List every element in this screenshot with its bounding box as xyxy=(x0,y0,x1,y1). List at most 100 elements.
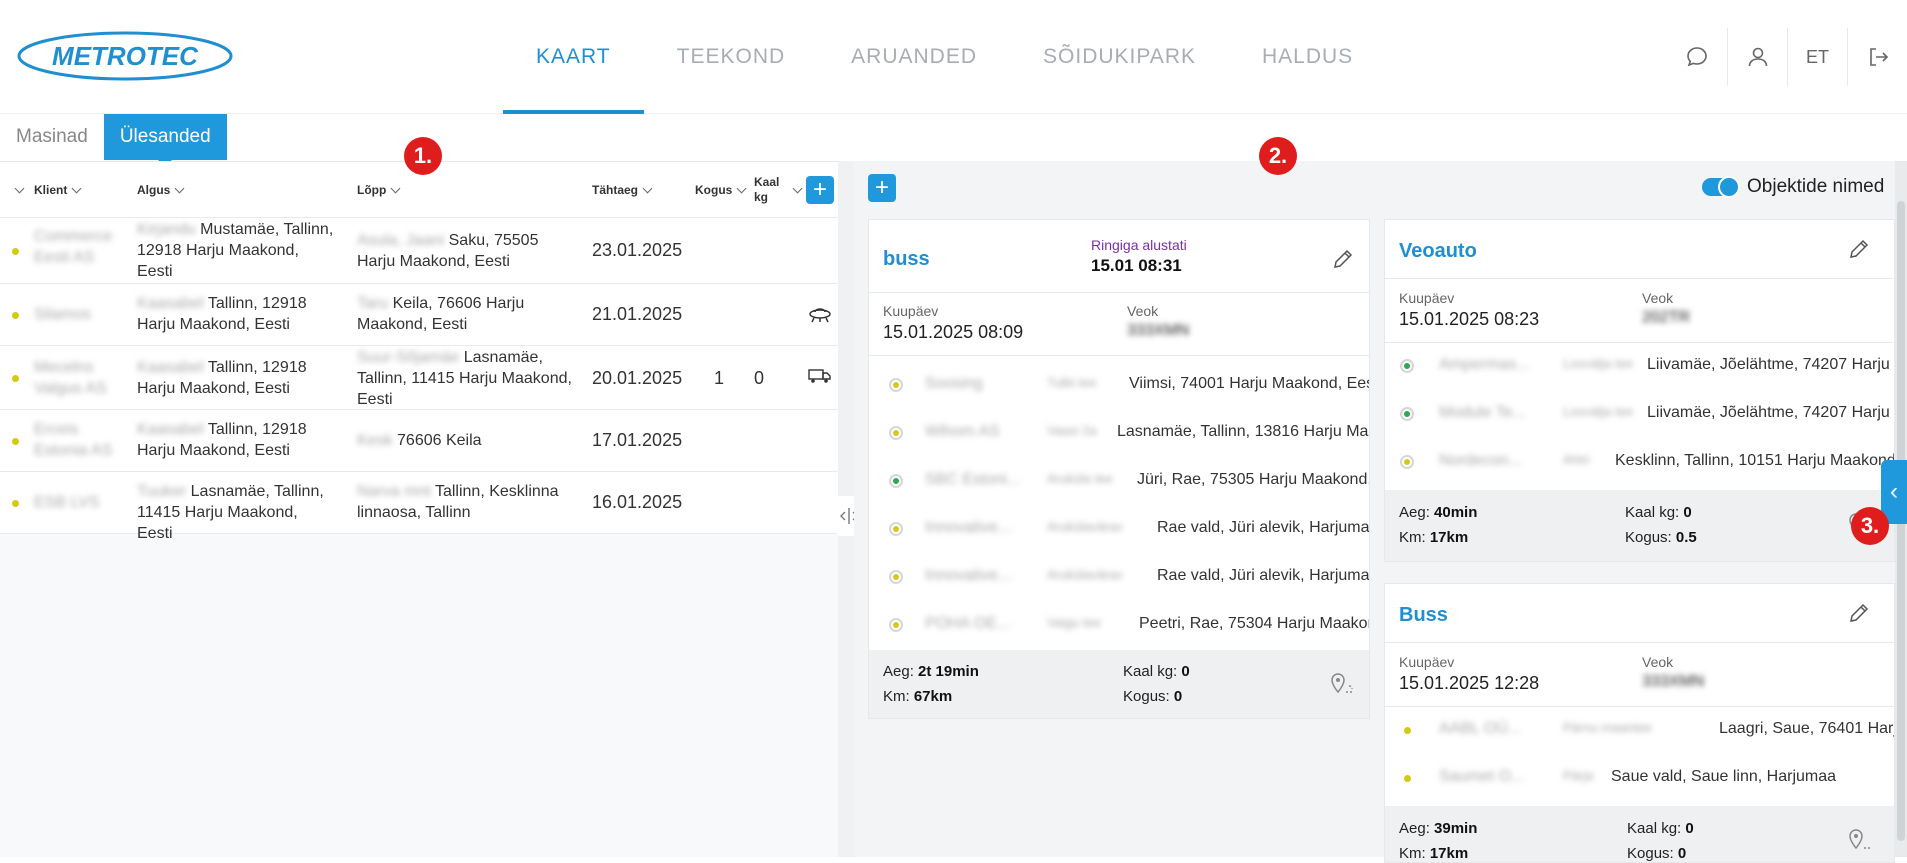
col-kogus[interactable]: Kogus xyxy=(695,162,747,218)
col-tahtaeg-label: Tähtaeg xyxy=(592,183,639,197)
route-card-veoauto[interactable]: Veoauto Kuupäev 15.01.2025 08:23 Veok 20… xyxy=(1384,219,1895,562)
col-algus[interactable]: Algus xyxy=(137,162,185,218)
metrotec-logo[interactable]: METROTEC xyxy=(16,30,234,82)
edit-pencil-icon[interactable] xyxy=(1332,248,1354,270)
km-value: 17km xyxy=(1429,845,1469,862)
weight-label: Kaal kg: xyxy=(1123,663,1178,680)
route-stop[interactable]: AABL OÜ... Pärnu maantee Laagri, Saue, 764… xyxy=(1385,706,1894,754)
edit-pencil-icon[interactable] xyxy=(1848,602,1870,624)
stop-dot xyxy=(1400,455,1414,469)
nav-soidukipark[interactable]: SÕIDUKIPARK xyxy=(1010,0,1229,114)
stop-name: Innovative... xyxy=(925,567,1012,584)
stop-dot xyxy=(889,378,903,392)
end-blur: Narva mnt xyxy=(357,483,431,500)
route-stop[interactable]: Module Te... Loovälja tee Liivamäe, Jõeläh… xyxy=(1385,390,1894,438)
main-nav: KAART TEEKOND ARUANDED SÕIDUKIPARK HALDU… xyxy=(503,0,1386,114)
stop-dot xyxy=(1404,727,1411,734)
route-stop[interactable]: Nordecon... Ahtri Kesklinn, Tallinn, 10151… xyxy=(1385,438,1894,486)
stop-street: Aruküla tee xyxy=(1047,471,1113,486)
tab-ulesanded[interactable]: Ülesanded xyxy=(103,114,227,167)
time-label: Aeg: xyxy=(1399,820,1430,837)
expand-all-toggle[interactable] xyxy=(10,162,25,218)
stop-name: Saumet O... xyxy=(1439,768,1525,785)
route-title[interactable]: buss xyxy=(883,248,930,271)
summary-weight: Kaal kg: 0 xyxy=(1625,504,1692,521)
nav-aruanded[interactable]: ARUANDED xyxy=(818,0,1010,114)
route-stop[interactable]: Innovative... Arukülavärav Rae vald, Jüri … xyxy=(869,553,1369,601)
route-stop[interactable]: Wihom AS Vaasi 2a Lasnamäe, Tallinn, 13816… xyxy=(869,409,1369,457)
stop-street: Loovälja tee xyxy=(1563,356,1634,371)
start-address: Kirjandu Mustamäe, Tallinn, 12918 Harju … xyxy=(137,219,337,282)
col-lopp[interactable]: Lõpp xyxy=(357,162,401,218)
table-row[interactable]: Mecelns Valgus AS Kaasabel Tallinn, 1291… xyxy=(0,346,838,410)
add-task-button[interactable]: + xyxy=(806,176,834,204)
nav-haldus[interactable]: HALDUS xyxy=(1229,0,1386,114)
status-dot xyxy=(12,312,19,319)
stop-name: Soosing xyxy=(925,375,983,392)
map-route-icon[interactable] xyxy=(1329,670,1357,696)
route-card-buss-2[interactable]: Buss Kuupäev 15.01.2025 12:28 Veok 333XM… xyxy=(1384,583,1895,863)
amount-value: 0.5 xyxy=(1675,529,1697,546)
logo-text: METROTEC xyxy=(52,41,199,71)
col-kogus-label: Kogus xyxy=(695,183,733,197)
route-stop[interactable]: Saumet O... Pärja Saue vald, Saue linn, Ha… xyxy=(1385,754,1894,802)
stop-name: Ampermas... xyxy=(1439,356,1530,373)
route-title[interactable]: Veoauto xyxy=(1399,240,1477,263)
col-tahtaeg[interactable]: Tähtaeg xyxy=(592,162,653,218)
route-stop[interactable]: POHA OE... Vaigu tee Peetri, Rae, 75304 Ha… xyxy=(869,601,1369,649)
route-stop[interactable]: SBC Estoni... Aruküla tee Jüri, Rae, 75305… xyxy=(869,457,1369,505)
deadline: 21.01.2025 xyxy=(592,304,683,324)
end-address: Kesk 76606 Keila xyxy=(357,430,557,451)
nav-kaart[interactable]: KAART xyxy=(503,0,644,114)
stop-street: Ahtri xyxy=(1563,452,1590,467)
tab-masinad[interactable]: Masinad xyxy=(0,114,104,160)
object-names-toggle[interactable] xyxy=(1702,176,1740,198)
summary-weight: Kaal kg: 0 xyxy=(1627,820,1694,837)
language-button[interactable]: ET xyxy=(1787,28,1847,86)
deadline: 17.01.2025 xyxy=(592,430,683,450)
status-dot xyxy=(12,375,19,382)
end-address: Taru Keila, 76606 Harju Maakond, Eesti xyxy=(357,293,557,335)
start-blur: Kirjandu xyxy=(137,221,196,238)
end-blur: Kesk xyxy=(357,432,393,449)
route-status-time: 15.01 08:31 xyxy=(1091,256,1182,275)
chevron-left-icon: ‹ xyxy=(1890,478,1898,505)
route-title[interactable]: Buss xyxy=(1399,604,1448,627)
nav-teekond[interactable]: TEEKOND xyxy=(644,0,819,114)
summary-km: Km: 17km xyxy=(1399,529,1468,546)
weight-label: Kaal kg: xyxy=(1627,820,1682,837)
route-stop[interactable]: Ampermas... Loovälja tee Liivamäe, Jõeläht… xyxy=(1385,342,1894,390)
col-kaal-sort[interactable] xyxy=(788,162,803,218)
summary-amount: Kogus: 0 xyxy=(1627,845,1686,862)
route-stop[interactable]: Innovative... Arukülavärav Rae vald, Jüri … xyxy=(869,505,1369,553)
route-stop[interactable]: Soosing Tulbi tee Viimsi, 74001 Harju Maak… xyxy=(869,361,1369,409)
client-name: ESB LVS xyxy=(34,494,100,511)
start-address: Kaasabel Tallinn, 12918 Harju Maakond, E… xyxy=(137,357,337,399)
table-row[interactable]: ESB LVS Tuuker Lasnamäe, Tallinn, 11415 … xyxy=(0,472,838,542)
col-klient[interactable]: Klient xyxy=(34,162,82,218)
stop-street: Arukülavärav xyxy=(1047,519,1123,534)
start-address: Kaasabel Tallinn, 12918 Harju Maakond, E… xyxy=(137,293,337,335)
table-row[interactable]: Silamos Kaasabel Tallinn, 12918 Harju Ma… xyxy=(0,284,838,346)
user-button[interactable] xyxy=(1727,28,1787,86)
edit-pencil-icon[interactable] xyxy=(1848,238,1870,260)
stop-name: POHA OE... xyxy=(925,615,1011,632)
table-row[interactable]: Erceis Estonia AS Kaasabel Tallinn, 1291… xyxy=(0,410,838,472)
stop-street: Arukülavärav xyxy=(1047,567,1123,582)
km-label: Km: xyxy=(1399,845,1426,862)
amount-label: Kogus: xyxy=(1627,845,1674,862)
logout-button[interactable] xyxy=(1847,28,1907,86)
map-route-icon[interactable] xyxy=(1847,826,1875,852)
col-lopp-label: Lõpp xyxy=(357,183,387,197)
date-label: Kuupäev xyxy=(1399,654,1455,670)
chat-button[interactable] xyxy=(1667,28,1727,86)
summary-km: Km: 17km xyxy=(1399,845,1468,862)
chevron-down-icon xyxy=(174,183,185,193)
summary-weight: Kaal kg: 0 xyxy=(1123,663,1190,680)
table-row[interactable]: Commerce Eesti AS Kirjandu Mustamäe, Tal… xyxy=(0,218,838,284)
status-dot xyxy=(12,438,19,445)
route-date: 15.01.2025 08:09 xyxy=(883,322,1024,342)
add-route-button[interactable]: + xyxy=(868,174,896,202)
subtabs: Masinad Ülesanded xyxy=(0,114,227,167)
route-card-buss[interactable]: buss Ringiga alustati 15.01 08:31 Kuupäe… xyxy=(868,219,1370,719)
